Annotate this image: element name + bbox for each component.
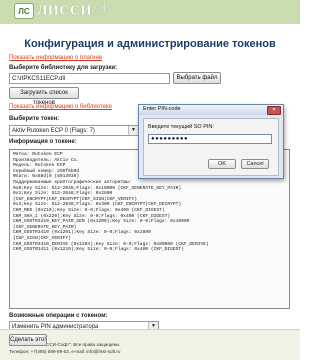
logo-text: ЛИССИ-софт [37,3,111,20]
token-info-label: Информация о токене: [9,139,77,145]
ok-button[interactable]: OK [208,159,236,169]
chevron-down-icon: ▼ [128,126,138,135]
dialog-titlebar[interactable]: Enter PIN-code ✕ [139,105,283,115]
close-icon[interactable]: ✕ [267,106,281,115]
page-title: Конфигурация и администрирование токенов [24,38,276,50]
library-path-input[interactable]: C:\rtPKCS11ECP.dll [9,73,170,84]
pin-dialog: Enter PIN-code ✕ Введите текущий SO PIN:… [138,104,284,179]
pin-input[interactable]: ●●●●●●●●● [148,134,272,144]
company-logo: ЛС ЛИССИ-софт [14,3,111,20]
token-info-line: CKM_GOSTR3411 (0x1210);Key Size: 0-0;Fla… [13,247,184,253]
plugin-info-link[interactable]: Показать информацию о плагине [9,55,102,61]
choose-file-button[interactable]: Выбрать файл [173,72,221,84]
logo-sup: -софт [91,3,111,11]
footer-contacts: Телефон: +7(495) 589-99-53, e-mail: info… [9,349,121,354]
token-label: Выберите токен: [9,116,60,122]
cancel-button[interactable]: Cancel [241,159,269,169]
library-info-link[interactable]: Показать информацию о библиотеке [9,104,112,110]
do-it-button[interactable]: Сделать это! [9,334,47,346]
logo-main: ЛИССИ [37,3,92,19]
operations-label: Возможные операции с токеном: [9,313,108,319]
pin-prompt-label: Введите текущий SO PIN: [148,124,214,130]
token-select-value: Aktiv Rutoken ECP 0 (Flags: 7) [12,128,95,134]
library-label: Выберите библиотеку для загрузки: [9,65,118,71]
logo-badge: ЛС [14,3,34,20]
token-select[interactable]: Aktiv Rutoken ECP 0 (Flags: 7) ▼ [9,125,139,136]
dialog-body: Введите текущий SO PIN: ●●●●●●●●● OK Can… [143,118,279,176]
dialog-title: Enter PIN-code [143,106,181,112]
load-tokens-button[interactable]: Загрузить список токенов [9,87,79,106]
